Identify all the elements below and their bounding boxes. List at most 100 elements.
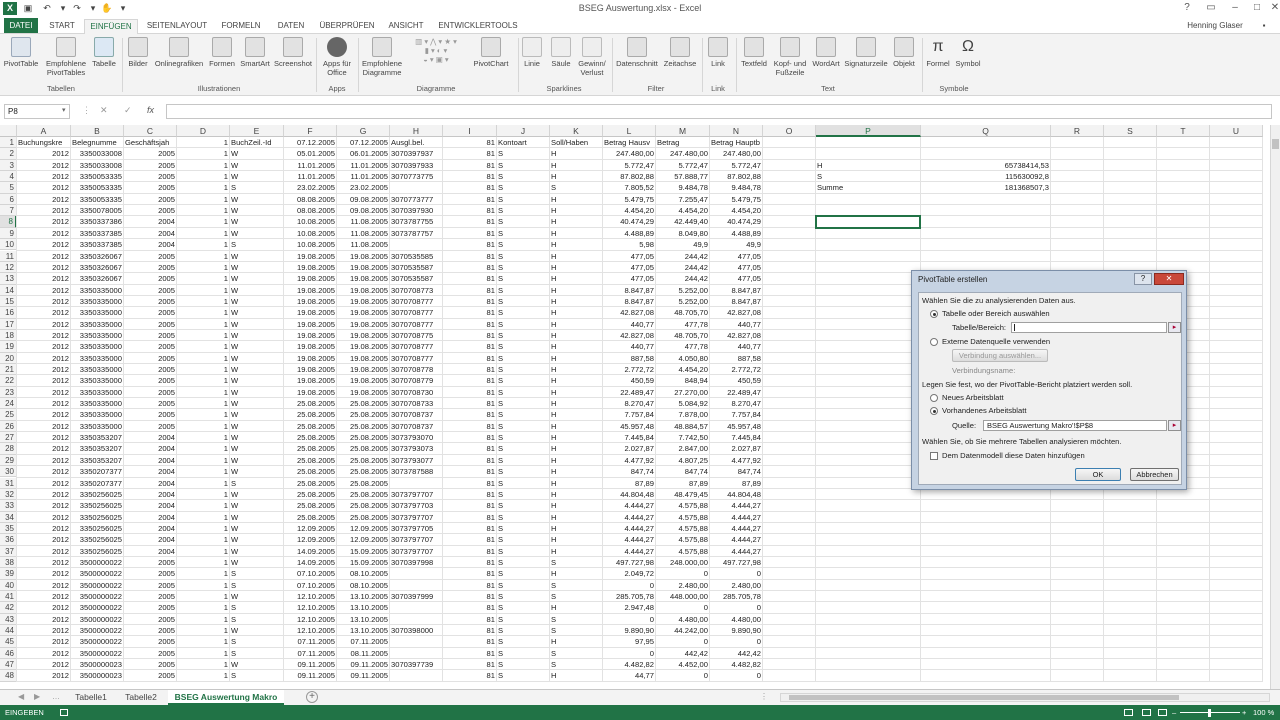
cell[interactable]: 81 [443, 636, 496, 647]
cell[interactable]: 81 [443, 443, 496, 454]
cell[interactable]: S [550, 557, 602, 568]
cell[interactable]: 5.772,47 [656, 160, 709, 171]
cell[interactable]: 8.270,47 [603, 398, 655, 409]
cell[interactable]: 19.08.2005 [284, 319, 336, 330]
formula-input[interactable] [166, 104, 1272, 119]
column-header-r[interactable]: R [1051, 125, 1104, 137]
cell[interactable]: 14.09.2005 [284, 557, 336, 568]
cell[interactable]: 4.454,20 [710, 205, 762, 216]
cell[interactable]: 497.727,98 [710, 557, 762, 568]
cell[interactable]: S [497, 546, 549, 557]
cell[interactable]: 0 [710, 636, 762, 647]
cell[interactable]: 244,42 [656, 273, 709, 284]
cell[interactable] [390, 182, 442, 193]
cell[interactable]: 7.742,50 [656, 432, 709, 443]
tab-start[interactable]: START [46, 19, 78, 34]
row-header[interactable]: 3 [0, 159, 17, 172]
row-header[interactable]: 10 [0, 239, 17, 251]
formel-button[interactable]: π Formel [924, 37, 952, 68]
cell[interactable]: 5.252,00 [656, 285, 709, 296]
cell[interactable]: 81 [443, 478, 496, 489]
cell[interactable]: 10.08.2005 [284, 228, 336, 239]
cell[interactable]: 440,77 [710, 319, 762, 330]
cell[interactable]: 2004 [124, 239, 176, 250]
cell[interactable]: 3350078005 [71, 205, 123, 216]
cell[interactable]: 3073787588 [390, 466, 442, 477]
cell[interactable]: S [497, 296, 549, 307]
cell[interactable]: 1 [177, 194, 229, 205]
cell[interactable]: 42.827,08 [603, 307, 655, 318]
row-header[interactable]: 35 [0, 522, 17, 535]
cell[interactable]: 2012 [17, 534, 70, 545]
cell[interactable]: 9.890,90 [603, 625, 655, 636]
cell[interactable]: 09.11.2005 [284, 659, 336, 670]
cell[interactable]: H [550, 296, 602, 307]
cell[interactable]: 81 [443, 534, 496, 545]
name-box-dropdown-icon[interactable]: ▾ [62, 106, 66, 114]
cell[interactable]: 1 [177, 205, 229, 216]
cell[interactable]: W [230, 489, 283, 500]
cell[interactable]: 48.705,70 [656, 330, 709, 341]
cell[interactable]: S [230, 648, 283, 659]
cell[interactable]: 81 [443, 341, 496, 352]
cell[interactable]: 2012 [17, 273, 70, 284]
cell[interactable]: 2012 [17, 580, 70, 591]
cell[interactable]: 1 [177, 636, 229, 647]
cell[interactable] [390, 580, 442, 591]
cell[interactable]: S [497, 478, 549, 489]
cell[interactable]: S [550, 659, 602, 670]
cell[interactable]: 2.772,72 [710, 364, 762, 375]
radio-existing-worksheet-label[interactable]: Vorhandenes Arbeitsblatt [942, 406, 1026, 415]
cell[interactable]: 13.10.2005 [337, 614, 389, 625]
wordart-button[interactable]: WordArt [810, 37, 842, 68]
row-header[interactable]: 29 [0, 454, 17, 467]
cell[interactable]: Betrag Hauptb [710, 137, 762, 148]
cell[interactable]: 8.847,87 [603, 296, 655, 307]
cell[interactable]: S [816, 171, 920, 182]
row-header[interactable]: 43 [0, 613, 17, 626]
cell[interactable]: 09.08.2005 [337, 194, 389, 205]
column-header-f[interactable]: F [284, 125, 337, 137]
cell[interactable]: 12.10.2005 [284, 591, 336, 602]
row-header[interactable]: 28 [0, 443, 17, 455]
cell[interactable]: 12.10.2005 [284, 614, 336, 625]
source-collapse-icon[interactable]: ▸ [1168, 420, 1181, 431]
row-header[interactable]: 24 [0, 398, 17, 410]
cell[interactable]: S [497, 512, 549, 523]
cell[interactable]: 81 [443, 432, 496, 443]
cell[interactable]: 2005 [124, 296, 176, 307]
column-header-d[interactable]: D [177, 125, 230, 137]
horizontal-scrollbar-thumb[interactable] [789, 695, 1179, 700]
cell[interactable]: 847,74 [656, 466, 709, 477]
cell[interactable]: 1 [177, 160, 229, 171]
cell[interactable]: W [230, 148, 283, 159]
cell[interactable]: 3070708777 [390, 319, 442, 330]
radio-existing-worksheet[interactable] [930, 407, 938, 415]
cell[interactable]: 2004 [124, 512, 176, 523]
cell[interactable]: 25.08.2005 [337, 512, 389, 523]
cell[interactable]: 19.08.2005 [284, 296, 336, 307]
cell[interactable]: 2.480,00 [656, 580, 709, 591]
cell[interactable]: 2005 [124, 194, 176, 205]
row-header[interactable]: 41 [0, 591, 17, 603]
cell[interactable]: S [550, 182, 602, 193]
cell[interactable]: 4.488,89 [710, 228, 762, 239]
cell[interactable]: 81 [443, 228, 496, 239]
cell[interactable]: 1 [177, 489, 229, 500]
cell[interactable]: 81 [443, 205, 496, 216]
column-header-g[interactable]: G [337, 125, 390, 137]
cell[interactable]: S [230, 568, 283, 579]
cell[interactable]: W [230, 443, 283, 454]
cell[interactable]: 2005 [124, 364, 176, 375]
cell[interactable]: 2012 [17, 409, 70, 420]
cell[interactable]: 3350335000 [71, 285, 123, 296]
cell[interactable]: 19.08.2005 [337, 375, 389, 386]
cell[interactable]: W [230, 262, 283, 273]
empfohlene-diagramme-button[interactable]: Empfohlene Diagramme [360, 37, 404, 77]
cell[interactable]: 497.727,98 [603, 557, 655, 568]
cell[interactable]: 2005 [124, 557, 176, 568]
cell[interactable]: 1 [177, 364, 229, 375]
cell[interactable]: 44.804,48 [603, 489, 655, 500]
cell[interactable]: 2004 [124, 489, 176, 500]
insert-function-icon[interactable]: fx [147, 105, 154, 115]
